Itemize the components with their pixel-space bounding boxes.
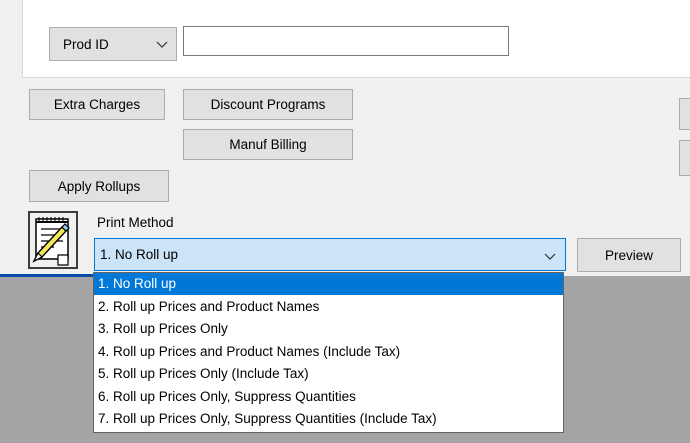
chevron-down-icon <box>156 41 168 48</box>
side-button-top[interactable] <box>679 98 690 130</box>
dropdown-option-2[interactable]: 2. Roll up Prices and Product Names <box>94 296 563 318</box>
focus-strip <box>0 274 93 277</box>
notepad-pencil-icon <box>32 217 70 266</box>
dropdown-option-4[interactable]: 4. Roll up Prices and Product Names (Inc… <box>94 341 563 363</box>
discount-programs-button[interactable]: Discount Programs <box>183 89 353 120</box>
search-field-select[interactable]: Prod ID <box>49 27 177 61</box>
extra-charges-button[interactable]: Extra Charges <box>29 89 165 120</box>
print-method-selected-value: 1. No Roll up <box>100 247 179 262</box>
dropdown-option-7[interactable]: 7. Roll up Prices Only, Suppress Quantit… <box>94 408 563 430</box>
apply-rollups-button[interactable]: Apply Rollups <box>29 170 169 202</box>
notepad-button[interactable] <box>28 211 78 269</box>
print-method-select[interactable]: 1. No Roll up <box>94 238 566 271</box>
dropdown-option-5[interactable]: 5. Roll up Prices Only (Include Tax) <box>94 363 563 385</box>
search-field-select-value: Prod ID <box>63 36 109 52</box>
preview-button[interactable]: Preview <box>577 238 681 272</box>
side-button-bottom[interactable] <box>679 140 690 176</box>
dropdown-option-6[interactable]: 6. Roll up Prices Only, Suppress Quantit… <box>94 386 563 408</box>
dropdown-option-1[interactable]: 1. No Roll up <box>94 273 563 295</box>
print-method-label: Print Method <box>97 215 174 230</box>
manuf-billing-button[interactable]: Manuf Billing <box>183 129 353 160</box>
dropdown-option-3[interactable]: 3. Roll up Prices Only <box>94 318 563 340</box>
chevron-down-icon <box>544 253 556 260</box>
search-input[interactable] <box>183 26 509 56</box>
print-method-dropdown-list: 1. No Roll up 2. Roll up Prices and Prod… <box>93 272 564 433</box>
